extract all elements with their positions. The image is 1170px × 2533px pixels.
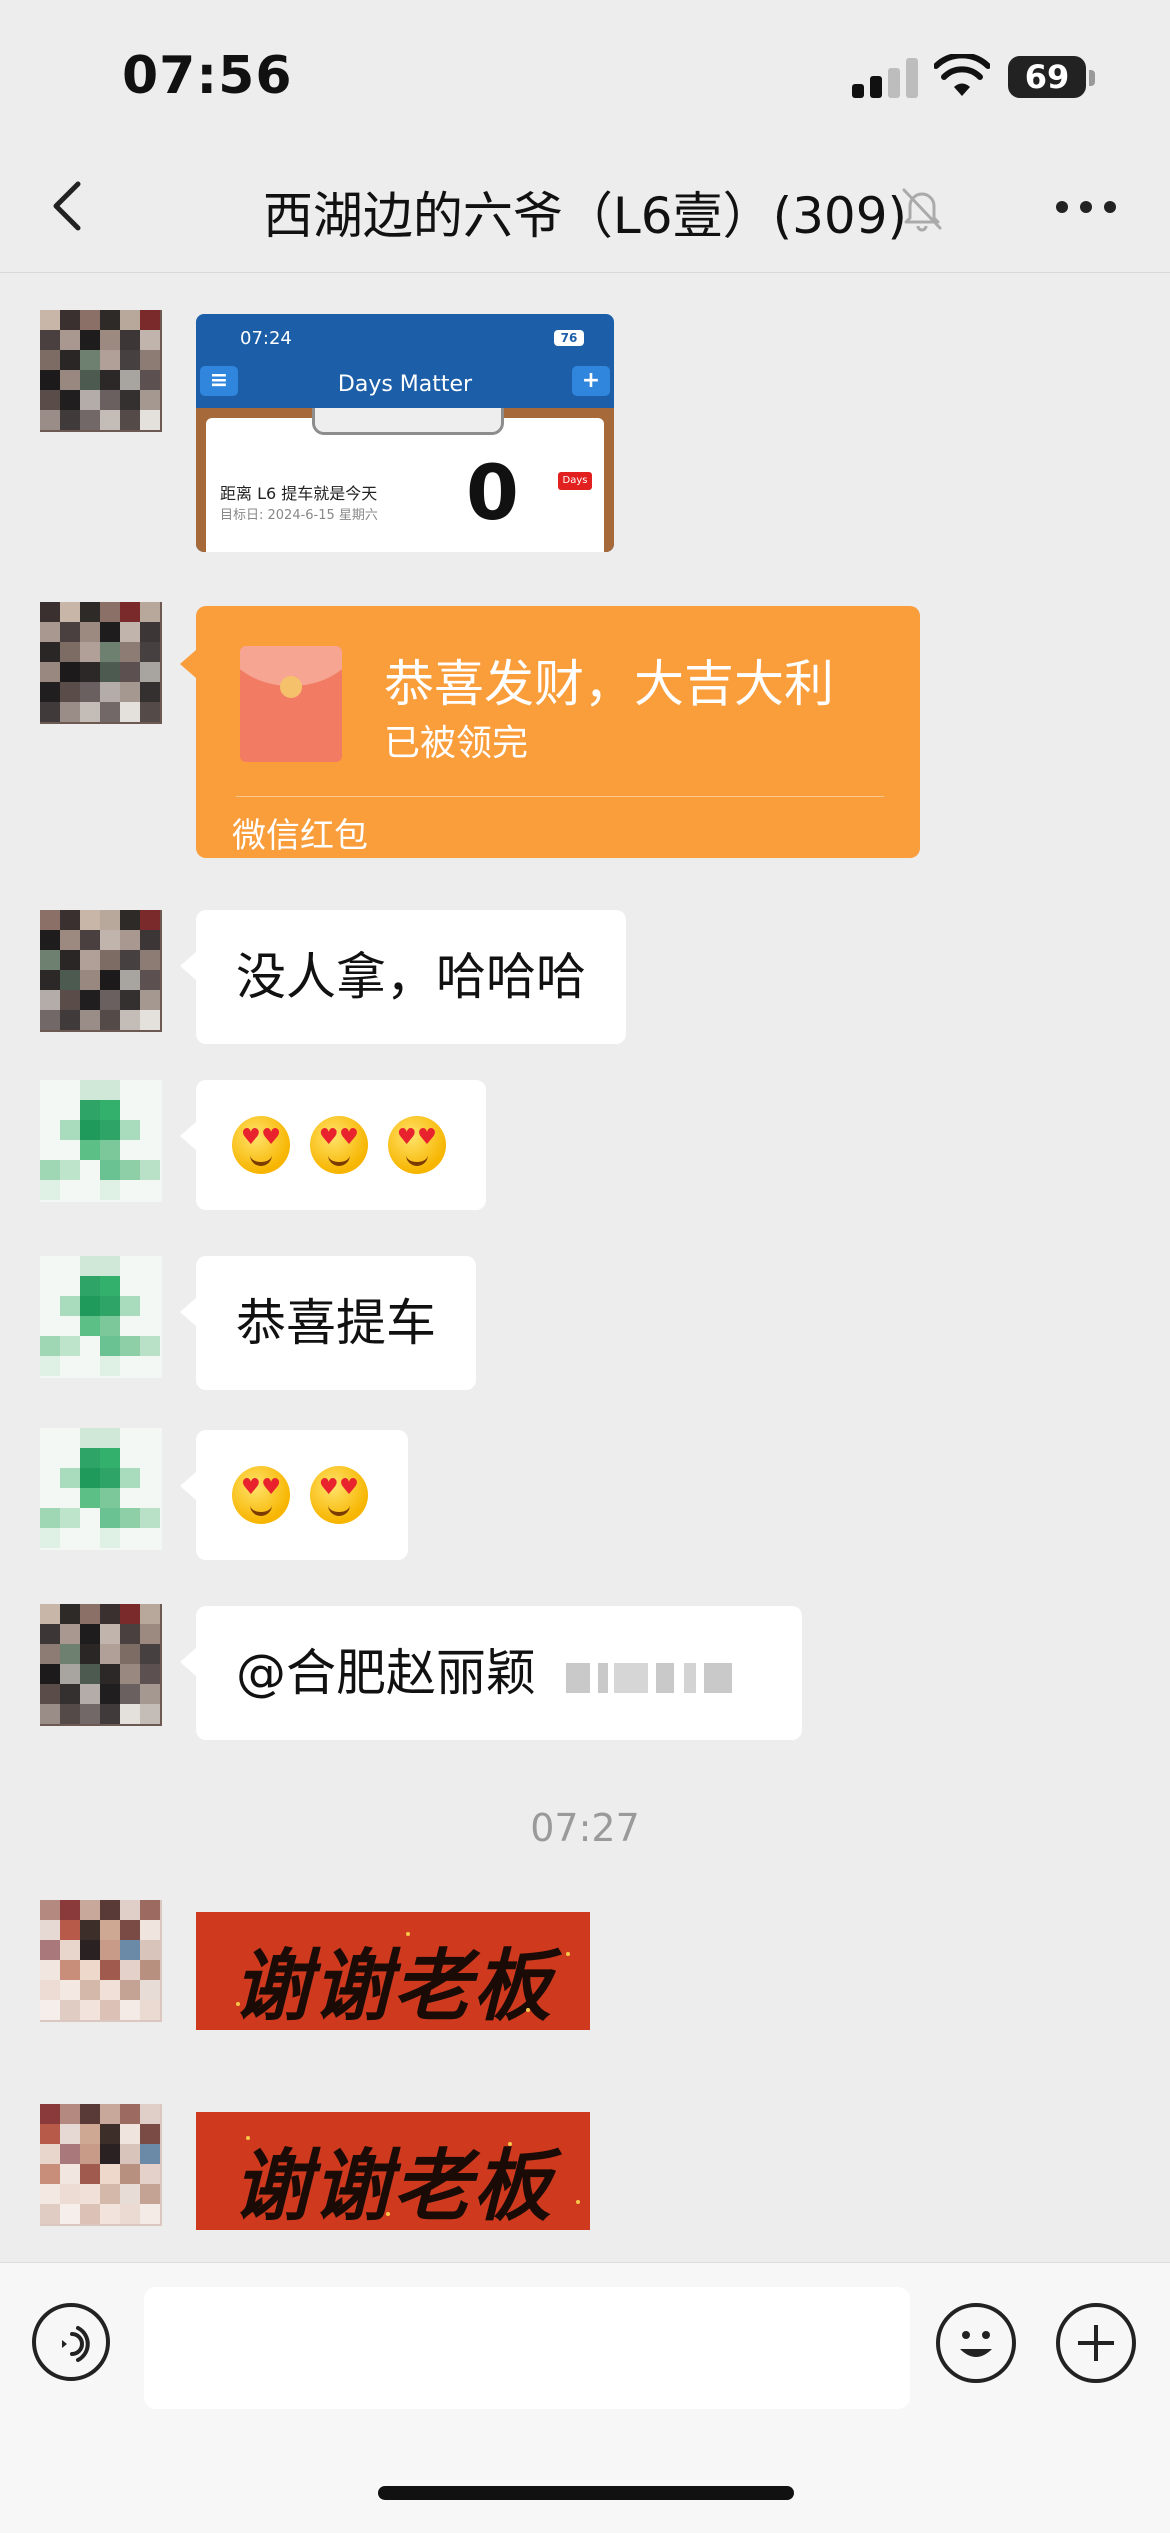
- sticker-message[interactable]: 谢谢老板: [196, 1912, 590, 2030]
- avatar[interactable]: [40, 1256, 162, 1378]
- mention-text: @合肥赵丽颖: [236, 1644, 536, 1702]
- text-message[interactable]: 恭喜提车: [180, 1256, 476, 1390]
- sticker-message[interactable]: 谢谢老板: [196, 2112, 590, 2230]
- battery-icon: 69: [1008, 56, 1086, 98]
- red-packet-label: 微信红包: [232, 816, 368, 856]
- text-message[interactable]: @合肥赵丽颖: [180, 1606, 802, 1740]
- red-packet-title: 恭喜发财，大吉大利: [384, 655, 834, 713]
- red-packet-divider: [236, 796, 884, 797]
- message-text: 恭喜提车: [236, 1294, 436, 1352]
- chat-title: 西湖边的六爷（L6壹）(309): [262, 187, 908, 245]
- red-packet-message[interactable]: 恭喜发财，大吉大利 已被领完 微信红包: [180, 606, 920, 858]
- chat-header: 西湖边的六爷（L6壹）(309): [0, 140, 1170, 273]
- more-options-icon[interactable]: [1056, 198, 1116, 214]
- screenshot-time: 07:24: [240, 328, 292, 349]
- battery-level: 69: [1024, 58, 1070, 96]
- avatar[interactable]: [40, 310, 162, 432]
- avatar[interactable]: [40, 1080, 162, 1202]
- message-input[interactable]: [144, 2287, 910, 2409]
- avatar[interactable]: [40, 1604, 162, 1726]
- shared-screenshot-image[interactable]: 07:24 76 ≡ Days Matter + 距离 L6 提车就是今天 目标…: [196, 314, 614, 552]
- emoji-message[interactable]: [180, 1080, 486, 1210]
- screenshot-days-tag: Days: [558, 472, 592, 490]
- message-text: 没人拿，哈哈哈: [236, 948, 586, 1006]
- heart-eyes-emoji-icon: [232, 1466, 290, 1524]
- time-separator: 07:27: [530, 1806, 640, 1850]
- heart-eyes-emoji-icon: [387, 1116, 446, 1174]
- avatar[interactable]: [40, 1428, 162, 1550]
- emoji-picker-icon[interactable]: [936, 2303, 1016, 2383]
- avatar[interactable]: [40, 910, 162, 1032]
- cellular-signal-icon: [852, 58, 918, 98]
- screenshot-days-count: 0: [466, 448, 519, 537]
- avatar[interactable]: [40, 602, 162, 724]
- status-bar: 07:56 69: [0, 0, 1170, 140]
- avatar[interactable]: [40, 2104, 162, 2226]
- screenshot-target-date: 目标日: 2024-6-15 星期六: [220, 508, 378, 523]
- home-indicator[interactable]: [378, 2486, 794, 2500]
- voice-input-icon[interactable]: [32, 2303, 110, 2381]
- screenshot-nav: ≡ Days Matter +: [196, 358, 614, 408]
- red-packet-envelope-icon: [240, 646, 342, 762]
- more-functions-plus-icon[interactable]: [1056, 2303, 1136, 2383]
- mute-bell-icon: [902, 188, 942, 232]
- emoji-message[interactable]: [180, 1430, 408, 1560]
- heart-eyes-emoji-icon: [232, 1116, 290, 1174]
- red-packet-status: 已被领完: [384, 723, 529, 764]
- sticker-text: 谢谢老板: [232, 2141, 553, 2230]
- blurred-name-redaction: [552, 1657, 746, 1697]
- status-time: 07:56: [122, 46, 293, 106]
- heart-eyes-emoji-icon: [309, 1116, 368, 1174]
- wifi-icon: [934, 54, 990, 96]
- screenshot-event: 距离 L6 提车就是今天: [220, 484, 378, 503]
- text-message[interactable]: 没人拿，哈哈哈: [180, 910, 626, 1044]
- avatar[interactable]: [40, 1900, 162, 2022]
- screenshot-app-title: Days Matter: [337, 372, 473, 397]
- screenshot-status-bar: 07:24 76: [196, 314, 614, 358]
- screenshot-battery: 76: [554, 330, 584, 346]
- heart-eyes-emoji-icon: [309, 1466, 368, 1524]
- sticker-text: 谢谢老板: [232, 1941, 553, 2030]
- screenshot-clip: [312, 408, 504, 435]
- screenshot-add-icon: +: [572, 366, 610, 396]
- battery-cap: [1089, 70, 1095, 86]
